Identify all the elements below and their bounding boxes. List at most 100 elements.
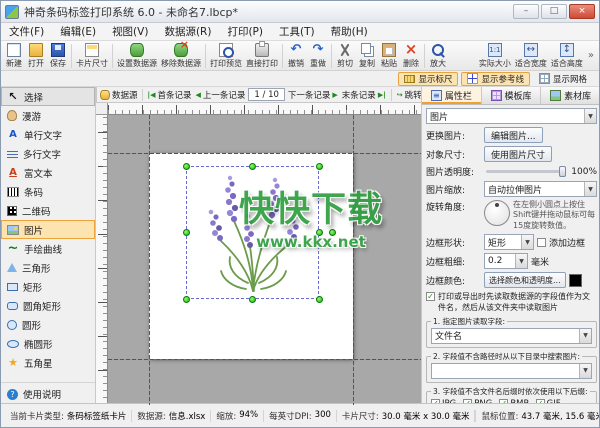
selection-handle[interactable]	[316, 296, 323, 303]
tool-roundrect[interactable]: 圆角矩形	[1, 296, 95, 315]
toolbar-fitw-button[interactable]: 适合宽度	[513, 42, 549, 70]
toolbar-redo-button[interactable]: 重做	[307, 42, 329, 70]
menu-item-1[interactable]: 编辑(E)	[52, 23, 104, 40]
object-type-select[interactable]: 图片▼	[426, 108, 597, 124]
tool-rect[interactable]: 矩形	[1, 277, 95, 296]
status-cardtype[interactable]: 当前卡片类型:条码标签纸卡片	[5, 410, 132, 422]
image-field-select[interactable]: 文件名▼	[431, 328, 592, 344]
selection-handle[interactable]	[183, 229, 190, 236]
tool-curve[interactable]: 手绘曲线	[1, 239, 95, 258]
guide-line-horizontal-top[interactable]	[108, 153, 421, 154]
guide-line-vertical-left[interactable]	[149, 115, 150, 405]
tool-pan[interactable]: 漫游	[1, 106, 95, 125]
toolbar-open-button[interactable]: 打开	[25, 42, 47, 70]
toolbar-paste-button[interactable]: 粘贴	[378, 42, 400, 70]
tool-triangle[interactable]: 三角形	[1, 258, 95, 277]
slider-thumb[interactable]	[559, 166, 566, 177]
tool-barcode[interactable]: 条码	[1, 182, 95, 201]
selection-handle[interactable]	[249, 163, 256, 170]
image-scale-select[interactable]: 自动拉伸图片▼	[484, 181, 597, 197]
minimize-button[interactable]: –	[513, 4, 539, 19]
menu-item-2[interactable]: 视图(V)	[104, 23, 156, 40]
toolbar-save-button[interactable]: 保存	[47, 42, 69, 70]
panel-tabs: 属性栏 模板库 素材库	[422, 87, 600, 105]
first-record-button[interactable]: |◀首条记录	[147, 89, 193, 101]
toolbar-preview-button[interactable]: 打印预览	[208, 42, 244, 70]
tab-assets[interactable]: 素材库	[541, 87, 600, 104]
menu-item-0[interactable]: 文件(F)	[1, 23, 52, 40]
toolbar-cardsize-button[interactable]: 卡片尺寸	[74, 42, 110, 70]
toolbar-fith-button[interactable]: 适合高度	[549, 42, 585, 70]
replace-image-label: 更换图片:	[426, 129, 481, 142]
tool-select[interactable]: 选择	[1, 87, 95, 106]
selection-handle[interactable]	[316, 229, 323, 236]
goto-record-button[interactable]: ↪跳转到记录	[396, 89, 421, 101]
toolbar-copy-button[interactable]: 复制	[356, 42, 378, 70]
toolbar-setds-button[interactable]: 设置数据源	[115, 42, 159, 70]
rotate-handle[interactable]	[329, 229, 336, 236]
window-controls: – □ ×	[513, 4, 595, 19]
opacity-label: 图片透明度:	[426, 165, 481, 178]
maximize-button[interactable]: □	[541, 4, 567, 19]
menu-item-4[interactable]: 打印(P)	[219, 23, 271, 40]
border-width-select[interactable]: 0.2▼	[484, 253, 528, 269]
search-directory-input[interactable]: ▼	[431, 363, 592, 379]
toolbar-delete-button[interactable]: 删除	[400, 42, 422, 70]
rotate-dial[interactable]	[484, 200, 510, 226]
toolbar-removeds-button[interactable]: 移除数据源	[159, 42, 203, 70]
tab-templates[interactable]: 模板库	[482, 87, 542, 104]
vertical-ruler[interactable]	[96, 115, 108, 405]
tool-circle[interactable]: 圆形	[1, 315, 95, 334]
add-border-checkbox[interactable]	[537, 238, 546, 247]
toggle-grid-button[interactable]: 显示网格	[533, 72, 593, 86]
border-shape-select[interactable]: 矩形▼	[484, 234, 534, 250]
toolbar-zoomin-button[interactable]: 放大	[427, 42, 449, 70]
border-color-button[interactable]: 选择颜色和透明度...	[484, 272, 566, 288]
opacity-slider[interactable]	[486, 170, 566, 173]
selection-handle[interactable]	[316, 163, 323, 170]
toolbar-cut-button[interactable]: 剪切	[334, 42, 356, 70]
tool-ellipse[interactable]: 椭圆形	[1, 334, 95, 353]
guide-line-horizontal-bottom[interactable]	[108, 359, 421, 360]
tool-qrcode[interactable]: 二维码	[1, 201, 95, 220]
tab-properties[interactable]: 属性栏	[422, 87, 482, 104]
tool-text-multi[interactable]: 多行文字	[1, 144, 95, 163]
toolbar-open-label: 打开	[28, 58, 44, 69]
last-record-button[interactable]: 末条记录▶|	[341, 89, 387, 101]
toolbar-undo-button[interactable]: 撤销	[285, 42, 307, 70]
design-canvas[interactable]: 快快下载 www.kkx.net	[108, 115, 421, 405]
menu-item-5[interactable]: 工具(T)	[271, 23, 323, 40]
selection-handle[interactable]	[249, 296, 256, 303]
guide-line-vertical-right[interactable]	[353, 115, 354, 405]
menu-item-3[interactable]: 数据源(R)	[156, 23, 219, 40]
use-image-size-button[interactable]: 使用图片尺寸	[484, 146, 552, 162]
help-button[interactable]: 使用说明	[1, 382, 95, 401]
filename-option-checkbox[interactable]	[426, 292, 435, 301]
tool-richtext[interactable]: 富文本	[1, 163, 95, 182]
close-button[interactable]: ×	[569, 4, 595, 19]
tool-text-single[interactable]: 单行文字	[1, 125, 95, 144]
prev-record-button[interactable]: ◀上一条记录	[194, 89, 246, 101]
datasource-label[interactable]: 数据源	[112, 89, 138, 101]
next-record-button[interactable]: 下一条记录▶	[287, 89, 339, 101]
next-record-icon: ▶	[332, 91, 337, 99]
edit-image-button[interactable]: 编辑图片...	[484, 127, 543, 143]
selection-handle[interactable]	[183, 296, 190, 303]
toolbar-overflow-chevron[interactable]: »	[585, 50, 597, 61]
tool-star[interactable]: 五角星	[1, 353, 95, 372]
toolbar-print-button[interactable]: 直接打印	[244, 42, 280, 70]
separator	[142, 89, 143, 101]
tool-richtext-label: 富文本	[24, 166, 53, 180]
menu-item-6[interactable]: 帮助(H)	[323, 23, 376, 40]
toolbar-new-button[interactable]: 新建	[3, 42, 25, 70]
selection-handle[interactable]	[183, 163, 190, 170]
guides-icon	[467, 73, 478, 84]
selection-box[interactable]	[186, 166, 319, 299]
toggle-guides-button[interactable]: 显示参考线	[461, 72, 530, 86]
toggle-ruler-button[interactable]: 显示标尺	[398, 72, 458, 86]
horizontal-ruler[interactable]	[108, 103, 421, 115]
border-color-swatch[interactable]	[569, 274, 582, 287]
toolbar-actual-button[interactable]: 实际大小	[477, 42, 513, 70]
tool-image[interactable]: 图片	[1, 220, 95, 239]
ruler-corner	[96, 103, 108, 115]
